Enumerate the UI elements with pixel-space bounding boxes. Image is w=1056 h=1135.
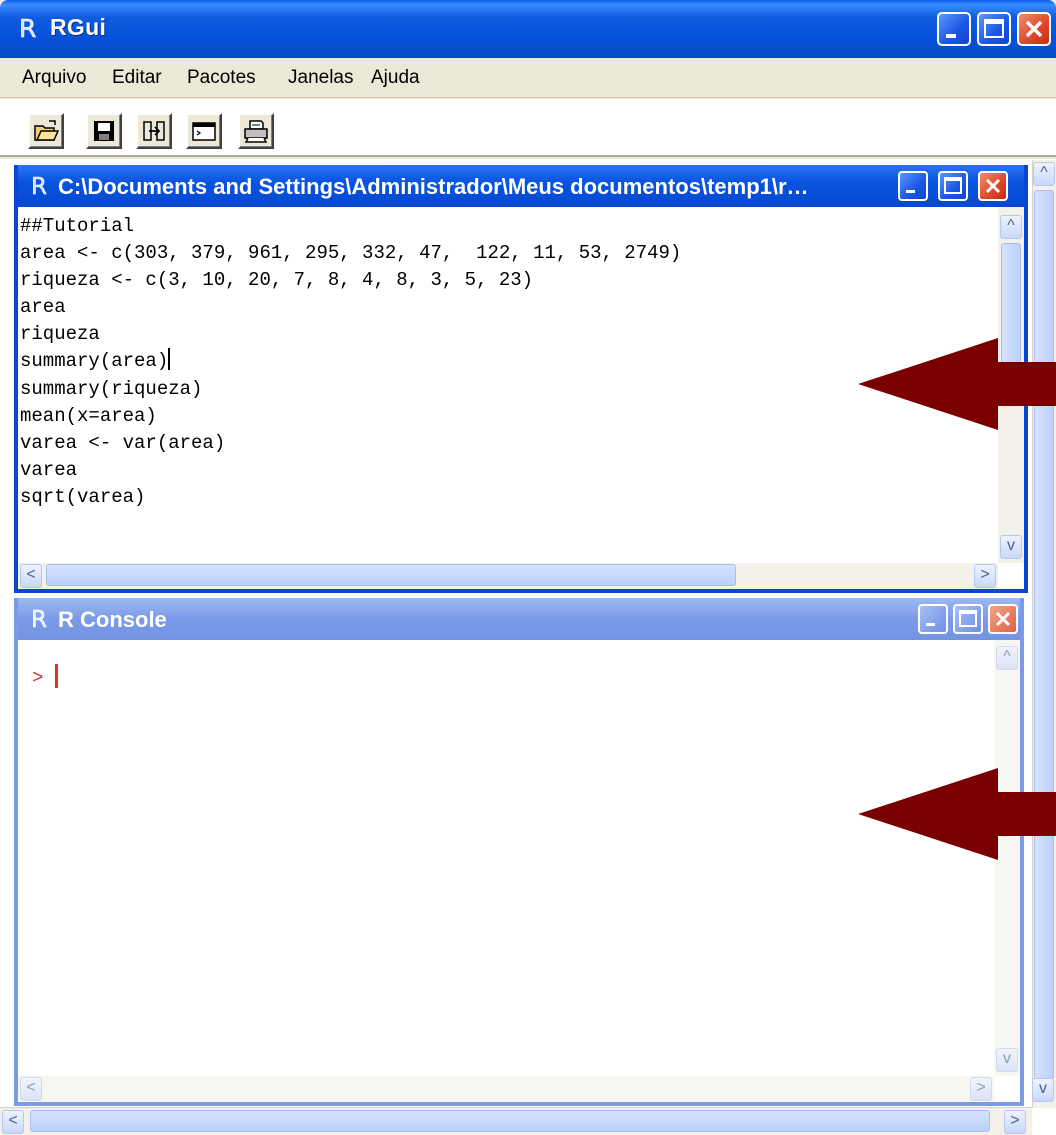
console-annotation-arrow-icon [858, 768, 1056, 860]
script-scroll-down-button[interactable]: v [1000, 535, 1022, 559]
close-icon [995, 611, 1011, 627]
rgui-app: R RGui Arquivo Editar Pacotes Janelas Aj… [0, 0, 1056, 1135]
script-line-text: area [20, 296, 66, 319]
text-caret [168, 348, 171, 371]
minimize-icon [906, 190, 915, 193]
console-title-bar[interactable]: R R Console [18, 598, 1020, 640]
script-line: varea <- var(area) [20, 430, 996, 457]
script-line: area [20, 294, 996, 321]
svg-text:R: R [31, 174, 47, 199]
main-scroll-up-button[interactable]: ^ [1033, 162, 1055, 186]
script-line-text: riqueza <- c(3, 10, 20, 7, 8, 4, 8, 3, 5… [20, 269, 534, 292]
console-title: R Console [58, 607, 167, 632]
main-vertical-scrollbar[interactable]: ^ [1032, 160, 1056, 1108]
console-maximize-button[interactable] [953, 604, 983, 634]
minimize-icon [946, 34, 956, 38]
console-caret [55, 664, 59, 688]
main-scroll-down-button[interactable]: v [1032, 1078, 1054, 1102]
menu-bar: Arquivo Editar Pacotes Janelas Ajuda [0, 58, 1056, 98]
maximize-icon [959, 610, 977, 627]
script-horizontal-scrollbar[interactable]: < > [18, 563, 998, 589]
script-line: summary(riqueza) [20, 376, 996, 403]
r-logo-icon: R [31, 174, 48, 199]
maximize-button[interactable] [977, 12, 1011, 46]
save-disk-icon [94, 121, 114, 141]
console-scroll-right-button[interactable]: > [970, 1077, 992, 1101]
script-line-text: area <- c(303, 379, 961, 295, 332, 47, 1… [20, 242, 682, 265]
script-line: summary(area) [20, 348, 996, 375]
print-icon [244, 120, 268, 143]
minimize-button[interactable] [937, 12, 971, 46]
load-workspace-button[interactable] [136, 113, 172, 149]
script-scroll-up-button[interactable]: ^ [1000, 215, 1022, 239]
script-code[interactable]: ##Tutorial area <- c(303, 379, 961, 295, … [20, 207, 996, 561]
main-scroll-right-button[interactable]: > [1004, 1110, 1026, 1134]
script-minimize-button[interactable] [898, 171, 928, 201]
main-title-bar[interactable]: R RGui [0, 0, 1056, 58]
close-icon [1025, 20, 1043, 38]
script-line-text: varea [20, 458, 78, 481]
console-close-button[interactable] [988, 604, 1018, 634]
menu-editar[interactable]: Editar [112, 67, 162, 89]
main-horizontal-thumb[interactable] [30, 1110, 990, 1132]
r-logo-icon: R [31, 607, 48, 632]
main-vertical-thumb[interactable] [1034, 190, 1054, 1080]
script-title-bar[interactable]: R C:\Documents and Settings\Administrado… [18, 165, 1024, 207]
main-scroll-left-button[interactable]: < [2, 1110, 24, 1134]
app-title: RGui [50, 14, 107, 40]
r-logo-icon: R [19, 14, 37, 42]
maximize-icon [984, 19, 1004, 38]
menu-ajuda[interactable]: Ajuda [371, 67, 420, 89]
script-line: area <- c(303, 379, 961, 295, 332, 47, 1… [20, 240, 996, 267]
script-line-text: summary(area) [20, 350, 169, 373]
script-line-text: riqueza [20, 323, 100, 346]
script-line: ##Tutorial [20, 213, 996, 240]
script-line-text: varea <- var(area) [20, 431, 226, 454]
script-close-button[interactable] [978, 171, 1008, 201]
maximize-icon [944, 177, 962, 194]
console-button[interactable] [186, 113, 222, 149]
script-scroll-left-button[interactable]: < [20, 564, 42, 588]
close-icon [985, 178, 1001, 194]
open-folder-icon [34, 120, 60, 141]
script-line-text: ##Tutorial [20, 215, 135, 237]
svg-text:R: R [31, 607, 47, 632]
script-line: riqueza <- c(3, 10, 20, 7, 8, 4, 8, 3, 5… [20, 267, 996, 294]
load-workspace-icon [143, 121, 165, 141]
script-line: sqrt(varea) [20, 484, 996, 511]
script-line-text: mean(x=area) [20, 404, 157, 427]
script-scroll-right-button[interactable]: > [974, 564, 996, 588]
script-horizontal-thumb[interactable] [46, 564, 736, 586]
script-title: C:\Documents and Settings\Administrador\… [58, 174, 809, 199]
menu-janelas[interactable]: Janelas [288, 67, 354, 89]
menu-pacotes[interactable]: Pacotes [187, 67, 256, 89]
main-horizontal-scrollbar[interactable]: < > [0, 1107, 1032, 1135]
open-script-button[interactable] [28, 113, 64, 149]
console-prompt: > [32, 664, 59, 689]
script-maximize-button[interactable] [938, 171, 968, 201]
svg-text:R: R [19, 14, 36, 42]
console-body[interactable]: > ^ v < > [18, 640, 1020, 1102]
toolbar [0, 99, 1056, 157]
console-horizontal-scrollbar[interactable]: < > [18, 1076, 994, 1102]
close-button[interactable] [1017, 12, 1051, 46]
menu-arquivo[interactable]: Arquivo [22, 67, 86, 89]
script-line: mean(x=area) [20, 403, 996, 430]
script-line: riqueza [20, 321, 996, 348]
minimize-icon [926, 623, 935, 626]
script-annotation-arrow-icon [858, 338, 1056, 430]
script-line: varea [20, 457, 996, 484]
print-button[interactable] [238, 113, 274, 149]
console-window-icon [192, 122, 216, 141]
console-scroll-left-button[interactable]: < [20, 1077, 42, 1101]
script-line-text: summary(riqueza) [20, 377, 203, 400]
console-minimize-button[interactable] [918, 604, 948, 634]
console-scroll-down-button[interactable]: v [996, 1048, 1018, 1072]
save-button[interactable] [86, 113, 122, 149]
console-scroll-up-button[interactable]: ^ [996, 646, 1018, 670]
script-line-text: sqrt(varea) [20, 485, 146, 508]
